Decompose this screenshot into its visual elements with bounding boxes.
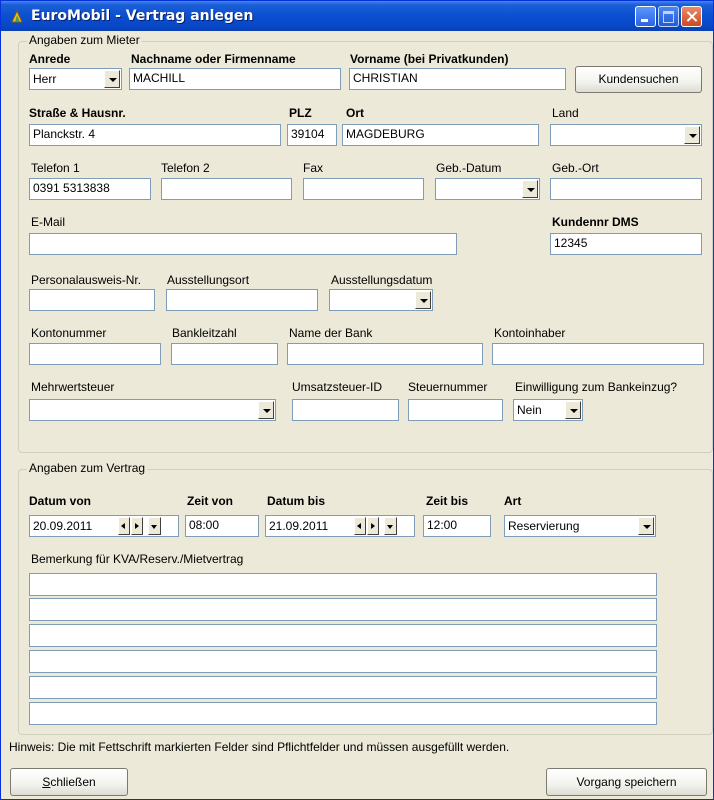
arrow-right-icon[interactable] <box>367 517 379 535</box>
vat-select[interactable] <box>29 399 276 421</box>
type-select[interactable]: Reservierung <box>504 515 656 537</box>
tax-no-field[interactable] <box>408 399 503 421</box>
vat-id-label: Umsatzsteuer-ID <box>292 380 383 394</box>
last-name-field[interactable]: MACHILL <box>129 68 341 90</box>
issue-place-field[interactable] <box>166 289 318 311</box>
chevron-down-icon[interactable] <box>638 517 654 535</box>
id-card-field[interactable] <box>29 289 155 311</box>
bank-name-label: Name der Bank <box>289 326 373 340</box>
chevron-down-icon[interactable] <box>522 180 538 198</box>
arrow-right-icon[interactable] <box>131 517 143 535</box>
direct-debit-label: Einwilligung zum Bankeinzug? <box>515 380 678 394</box>
phone2-label: Telefon 2 <box>161 161 210 175</box>
window-title: EuroMobil - Vertrag anlegen <box>31 8 254 24</box>
save-button[interactable]: Vorgang speichern <box>546 768 707 796</box>
remark-label: Bemerkung für KVA/Reserv./Mietvertrag <box>31 552 244 566</box>
contract-window: EuroMobil - Vertrag anlegen Angaben zum … <box>0 0 714 800</box>
bank-code-field[interactable] <box>171 343 278 365</box>
tax-no-label: Steuernummer <box>408 380 488 394</box>
arrow-left-icon[interactable] <box>354 517 366 535</box>
customer-no-label: Kundennr DMS <box>552 215 639 229</box>
chevron-down-icon[interactable] <box>684 126 700 144</box>
country-label: Land <box>552 106 579 120</box>
city-field[interactable]: MAGDEBURG <box>342 124 539 146</box>
remark-line-6[interactable] <box>29 702 657 725</box>
remark-line-5[interactable] <box>29 676 657 699</box>
email-field[interactable] <box>29 233 457 255</box>
remark-line-4[interactable] <box>29 650 657 673</box>
last-name-label: Nachname oder Firmenname <box>131 52 296 66</box>
chevron-down-icon[interactable] <box>415 291 431 309</box>
tenant-legend: Angaben zum Mieter <box>27 33 142 47</box>
phone1-field[interactable]: 0391 5313838 <box>29 178 151 200</box>
birth-place-label: Geb.-Ort <box>552 161 599 175</box>
street-label: Straße & Hausnr. <box>29 106 126 120</box>
maximize-icon[interactable] <box>658 6 679 27</box>
contract-legend: Angaben zum Vertrag <box>27 461 148 475</box>
chevron-down-icon[interactable] <box>148 517 161 535</box>
issue-date-picker[interactable] <box>329 289 433 311</box>
city-label: Ort <box>346 106 364 120</box>
date-to-label: Datum bis <box>267 494 326 508</box>
id-card-label: Personalausweis-Nr. <box>31 273 142 287</box>
remark-line-3[interactable] <box>29 624 657 647</box>
vat-label: Mehrwertsteuer <box>31 380 115 394</box>
birth-date-picker[interactable] <box>435 178 540 200</box>
type-label: Art <box>504 494 522 508</box>
account-no-field[interactable] <box>29 343 161 365</box>
chevron-down-icon[interactable] <box>258 401 274 419</box>
time-from-label: Zeit von <box>187 494 234 508</box>
country-select[interactable] <box>550 124 702 146</box>
date-to-picker[interactable]: 21.09.2011 <box>265 515 415 537</box>
account-no-label: Kontonummer <box>31 326 107 340</box>
birth-date-label: Geb.-Datum <box>436 161 502 175</box>
required-fields-note: Hinweis: Die mit Fettschrift markierten … <box>9 740 510 754</box>
customer-search-button[interactable]: Kundensuchen <box>575 66 702 93</box>
fax-label: Fax <box>303 161 324 175</box>
bank-code-label: Bankleitzahl <box>172 326 237 340</box>
chevron-down-icon[interactable] <box>104 70 120 88</box>
salutation-label: Anrede <box>29 52 71 66</box>
issue-place-label: Ausstellungsort <box>167 273 250 287</box>
customer-no-field[interactable]: 12345 <box>550 233 702 255</box>
chevron-down-icon[interactable] <box>565 401 581 419</box>
minimize-icon[interactable] <box>635 6 656 27</box>
app-icon <box>11 9 23 23</box>
birth-place-field[interactable] <box>550 178 702 200</box>
account-holder-label: Kontoinhaber <box>494 326 566 340</box>
zip-field[interactable]: 39104 <box>287 124 337 146</box>
zip-label: PLZ <box>289 106 312 120</box>
close-icon[interactable] <box>681 6 702 27</box>
salutation-select[interactable]: Herr <box>29 68 122 90</box>
close-button[interactable]: Schließen <box>10 768 128 796</box>
chevron-down-icon[interactable] <box>384 517 397 535</box>
arrow-left-icon[interactable] <box>118 517 130 535</box>
time-to-label: Zeit bis <box>426 494 469 508</box>
fax-field[interactable] <box>303 178 424 200</box>
date-from-label: Datum von <box>29 494 92 508</box>
direct-debit-select[interactable]: Nein <box>513 399 583 421</box>
remark-line-2[interactable] <box>29 598 657 621</box>
vat-id-field[interactable] <box>292 399 399 421</box>
time-to-field[interactable]: 12:00 <box>423 515 491 537</box>
bank-name-field[interactable] <box>287 343 483 365</box>
remark-line-1[interactable] <box>29 573 657 596</box>
first-name-label: Vorname (bei Privatkunden) <box>350 52 509 66</box>
street-field[interactable]: Planckstr. 4 <box>29 124 281 146</box>
issue-date-label: Ausstellungsdatum <box>331 273 433 287</box>
date-from-picker[interactable]: 20.09.2011 <box>29 515 179 537</box>
email-label: E-Mail <box>31 215 66 229</box>
title-bar[interactable]: EuroMobil - Vertrag anlegen <box>1 1 713 31</box>
phone1-label: Telefon 1 <box>31 161 80 175</box>
first-name-field[interactable]: CHRISTIAN <box>349 68 566 90</box>
time-from-field[interactable]: 08:00 <box>185 515 259 537</box>
account-holder-field[interactable] <box>492 343 704 365</box>
phone2-field[interactable] <box>161 178 292 200</box>
